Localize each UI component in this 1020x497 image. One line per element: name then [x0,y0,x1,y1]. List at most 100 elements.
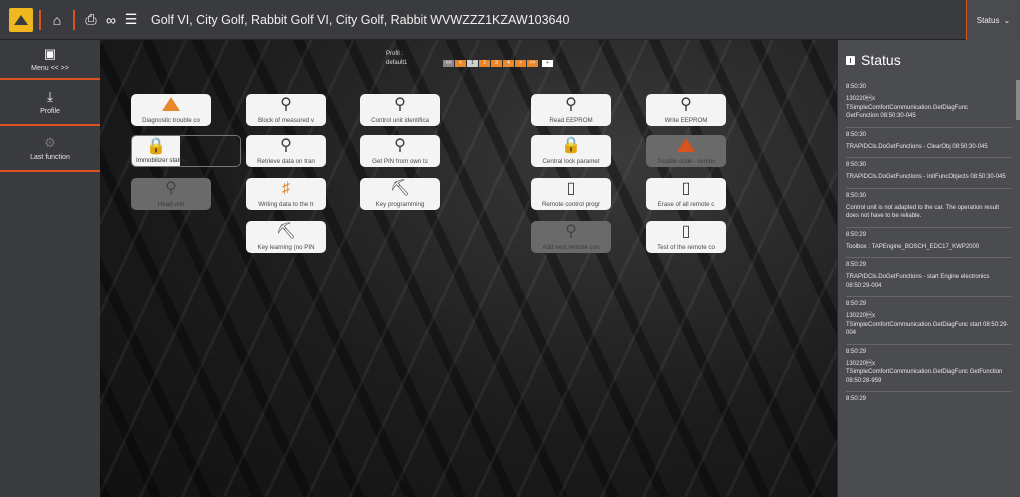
log-entry: 8:50:29 TRAPIDCls.DoGetFunctions - start… [846,257,1012,296]
wrench-icon: ⚲ [280,137,292,154]
pager: << < 1 2 3 4 > >> + [443,60,553,67]
tile-label: Trouble code - remov [656,158,716,165]
tile-writing-data-transponder[interactable]: ♯ Writing data to the tr [246,178,326,210]
log-time: 8:50:30 [846,131,867,138]
log-message: 130220x TSimpleComfortCommunication.Get… [846,313,1009,336]
wrench-icon: ⚲ [165,180,177,197]
tile-label: Add next remote con [542,244,600,251]
log-time: 8:50:29 [846,348,867,355]
pager-page-4[interactable]: 4 [503,60,514,67]
print-icon[interactable]: ⎙ [82,11,100,28]
log-time: 8:50:30 [846,162,867,168]
tile-trouble-code-removal[interactable]: Trouble code - remov [646,135,726,167]
tile-label: Central lock paramet [542,158,600,165]
status-log: 8:50:30 130220x TSimpleComfortCommunica… [838,80,1020,413]
tile-label: Writing data to the tr [258,201,314,208]
wrench-icon: ⚲ [565,96,577,113]
tile-label: Erase of all remote c [657,201,715,208]
tile-label: Retrieve data on tran [257,158,315,165]
log-time: 8:50:29 [846,262,867,268]
pager-page-2[interactable]: 2 [479,60,490,67]
sidebar-item-menu[interactable]: ▣ Menu << >> [0,40,100,80]
lock-icon: 🔒 [561,137,581,154]
divider [73,9,75,30]
tile-label: Key programming [375,201,425,208]
tile-label: Immobilizer status [136,157,186,164]
tile-remote-control-programming[interactable]: ▯ Remote control progr [531,178,611,210]
remote-icon: ▯ [681,180,691,197]
log-entry: 8:50:30 TRAPIDCls.DoGetFunctions - InitF… [846,157,1012,188]
log-entry: 8:50:30 TRAPIDCls.DoGetFunctions - Clear… [846,126,1012,158]
tile-label: Head unit [157,201,185,208]
wrench-icon: ⚲ [565,223,577,240]
tile-read-eeprom[interactable]: ⚲ Read EEPROM [531,94,611,126]
sidebar-item-profile[interactable]: ⤓ Profile [0,80,100,126]
remote-icon: ▯ [681,223,691,240]
log-entry: 8:50:29 130220x TSimpleComfortCommunica… [846,343,1012,392]
key-icon: ♯ [282,180,290,197]
tile-label: Control unit identifica [371,117,429,124]
function-workspace: Profil : default1 << < 1 2 3 4 > >> + Di… [100,40,837,497]
status-header: Status [838,40,1020,80]
list-icon[interactable]: ☰ [122,11,140,28]
pager-next[interactable]: > [515,60,526,67]
warning-icon [131,96,211,116]
tile-head-unit[interactable]: ⚲ Head unit [131,178,211,210]
status-dropdown-label: Status [976,15,1000,25]
tile-control-unit-identification[interactable]: ⚲ Control unit identifica [360,94,440,126]
log-time: 8:50:30 [846,84,867,90]
tile-label: Diagnostic trouble co [142,117,200,124]
key-icon: ⛏ [389,180,411,197]
status-dropdown[interactable]: Status ⌄ [966,0,1020,40]
tile-diagnostic-trouble-codes[interactable]: Diagnostic trouble co [131,94,211,126]
log-entry: 8:50:30 Control unit is not adapted to t… [846,187,1012,227]
sidebar-item-last-function[interactable]: ⚙ Last function [0,126,100,172]
home-icon[interactable]: ⌂ [48,12,66,28]
tile-label: Test of the remote co [657,244,715,251]
app-logo-icon[interactable] [9,7,33,32]
chevron-down-icon: ⌄ [1003,15,1011,25]
tile-test-remote[interactable]: ▯ Test of the remote co [646,221,726,253]
tile-get-pin[interactable]: ⚲ Get PIN from own ts [360,135,440,167]
log-message: TRAPIDCls.DoGetFunctions - start Engine … [846,274,990,289]
pager-prev[interactable]: < [455,60,466,67]
wrench-icon: ⚲ [394,96,406,113]
log-message: Toolbox : TAPEngine_BOSCH_EDC17_KWP2000 [846,243,980,250]
log-time: 8:50:30 [846,192,867,199]
log-time: 8:50:29 [846,396,867,402]
tile-add-remote[interactable]: ⚲ Add next remote con [531,221,611,253]
wrench-icon: ⚲ [680,96,692,113]
pager-page-3[interactable]: 3 [491,60,502,67]
sidebar-item-label: Profile [40,107,60,115]
tile-label: Key learning (no PIN [257,244,315,251]
log-message: TRAPIDCls.DoGetFunctions - ClearObj 08:5… [846,143,988,150]
sidebar: ▣ Menu << >> ⤓ Profile ⚙ Last function [0,40,100,497]
tile-central-lock-parameters[interactable]: 🔒 Central lock paramet [531,135,611,167]
profile-info: Profil : default1 [386,50,407,68]
pager-last[interactable]: >> [527,60,538,67]
log-message: TRAPIDCls.DoGetFunctions - InitFuncObjec… [846,174,1006,180]
log-time: 8:50:29 [846,301,867,307]
top-bar: ⌂ ⎙ ∞ ☰ Golf VI, City Golf, Rabbit Golf … [0,0,1020,40]
tile-label: Block of measured v [257,117,315,124]
tile-label: Read EEPROM [549,117,593,124]
tile-retrieve-data-transponder[interactable]: ⚲ Retrieve data on tran [246,135,326,167]
pager-add[interactable]: + [542,60,553,67]
vehicle-title: Golf VI, City Golf, Rabbit Golf VI, City… [151,12,570,27]
sidebar-item-label: Last function [30,153,70,161]
remote-icon: ▯ [566,180,576,197]
key-icon: ⛏ [275,223,297,240]
divider [39,9,41,30]
tile-erase-remotes[interactable]: ▯ Erase of all remote c [646,178,726,210]
gear-icon: ⚙ [44,134,56,150]
tile-key-learning[interactable]: ⛏ Key learning (no PIN [246,221,326,253]
tile-immobilizer-status[interactable]: 🔒 Immobilizer status [131,135,241,167]
pager-first[interactable]: << [443,60,454,67]
tile-measured-values[interactable]: ⚲ Block of measured v [246,94,326,126]
status-scrollbar[interactable] [1016,80,1020,120]
menu-toggle-icon: ▣ [43,45,57,61]
tile-key-programming[interactable]: ⛏ Key programming [360,178,440,210]
link-icon[interactable]: ∞ [102,12,120,28]
tile-write-eeprom[interactable]: ⚲ Write EEPROM [646,94,726,126]
pager-page-1[interactable]: 1 [467,60,478,67]
